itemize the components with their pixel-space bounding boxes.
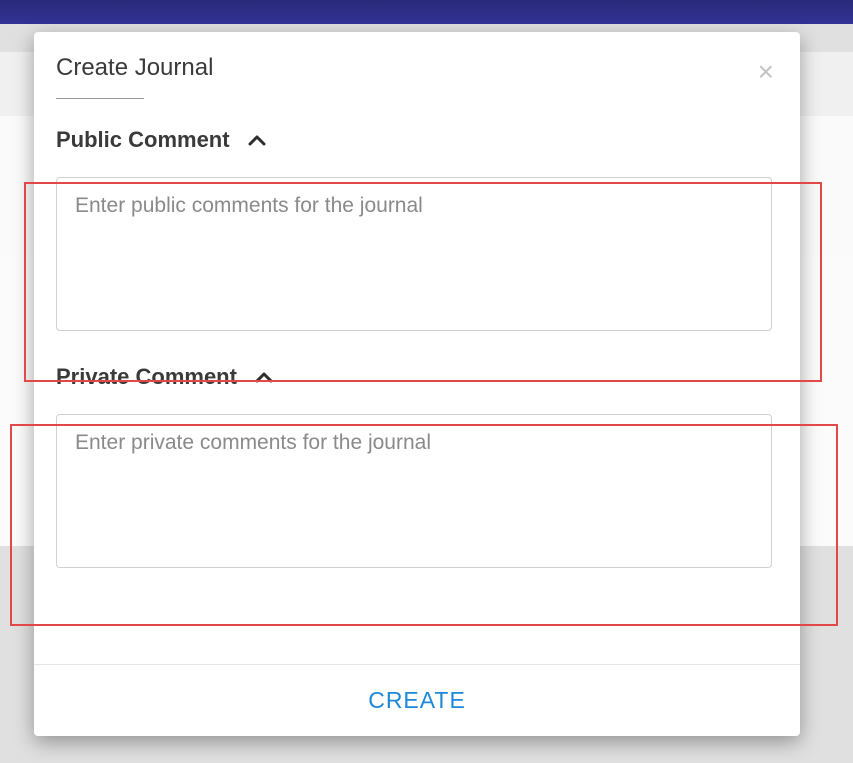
public-comment-section: Public Comment	[56, 127, 772, 336]
modal-header: Create Journal ×	[34, 32, 800, 107]
private-comment-textarea[interactable]	[56, 414, 772, 568]
spacer	[56, 601, 772, 631]
close-icon: ×	[758, 56, 774, 87]
close-button[interactable]: ×	[754, 54, 778, 90]
modal-body: Public Comment Private Comment	[34, 107, 800, 664]
modal-scroll-region[interactable]: Public Comment Private Comment	[56, 127, 778, 664]
modal-title-wrap: Create Journal	[56, 54, 213, 99]
modal-title-underline	[56, 98, 144, 99]
private-comment-label: Private Comment	[56, 364, 237, 390]
create-button[interactable]: CREATE	[368, 687, 466, 714]
public-comment-textarea[interactable]	[56, 177, 772, 331]
public-comment-toggle[interactable]: Public Comment	[56, 127, 772, 153]
app-header-banner	[0, 0, 853, 24]
chevron-up-icon	[248, 134, 266, 146]
private-comment-section: Private Comment	[56, 364, 772, 573]
chevron-up-icon	[255, 371, 273, 383]
create-journal-modal: Create Journal × Public Comment Private …	[34, 32, 800, 736]
private-comment-toggle[interactable]: Private Comment	[56, 364, 772, 390]
modal-footer: CREATE	[34, 664, 800, 736]
modal-title: Create Journal	[56, 54, 213, 82]
public-comment-label: Public Comment	[56, 127, 230, 153]
